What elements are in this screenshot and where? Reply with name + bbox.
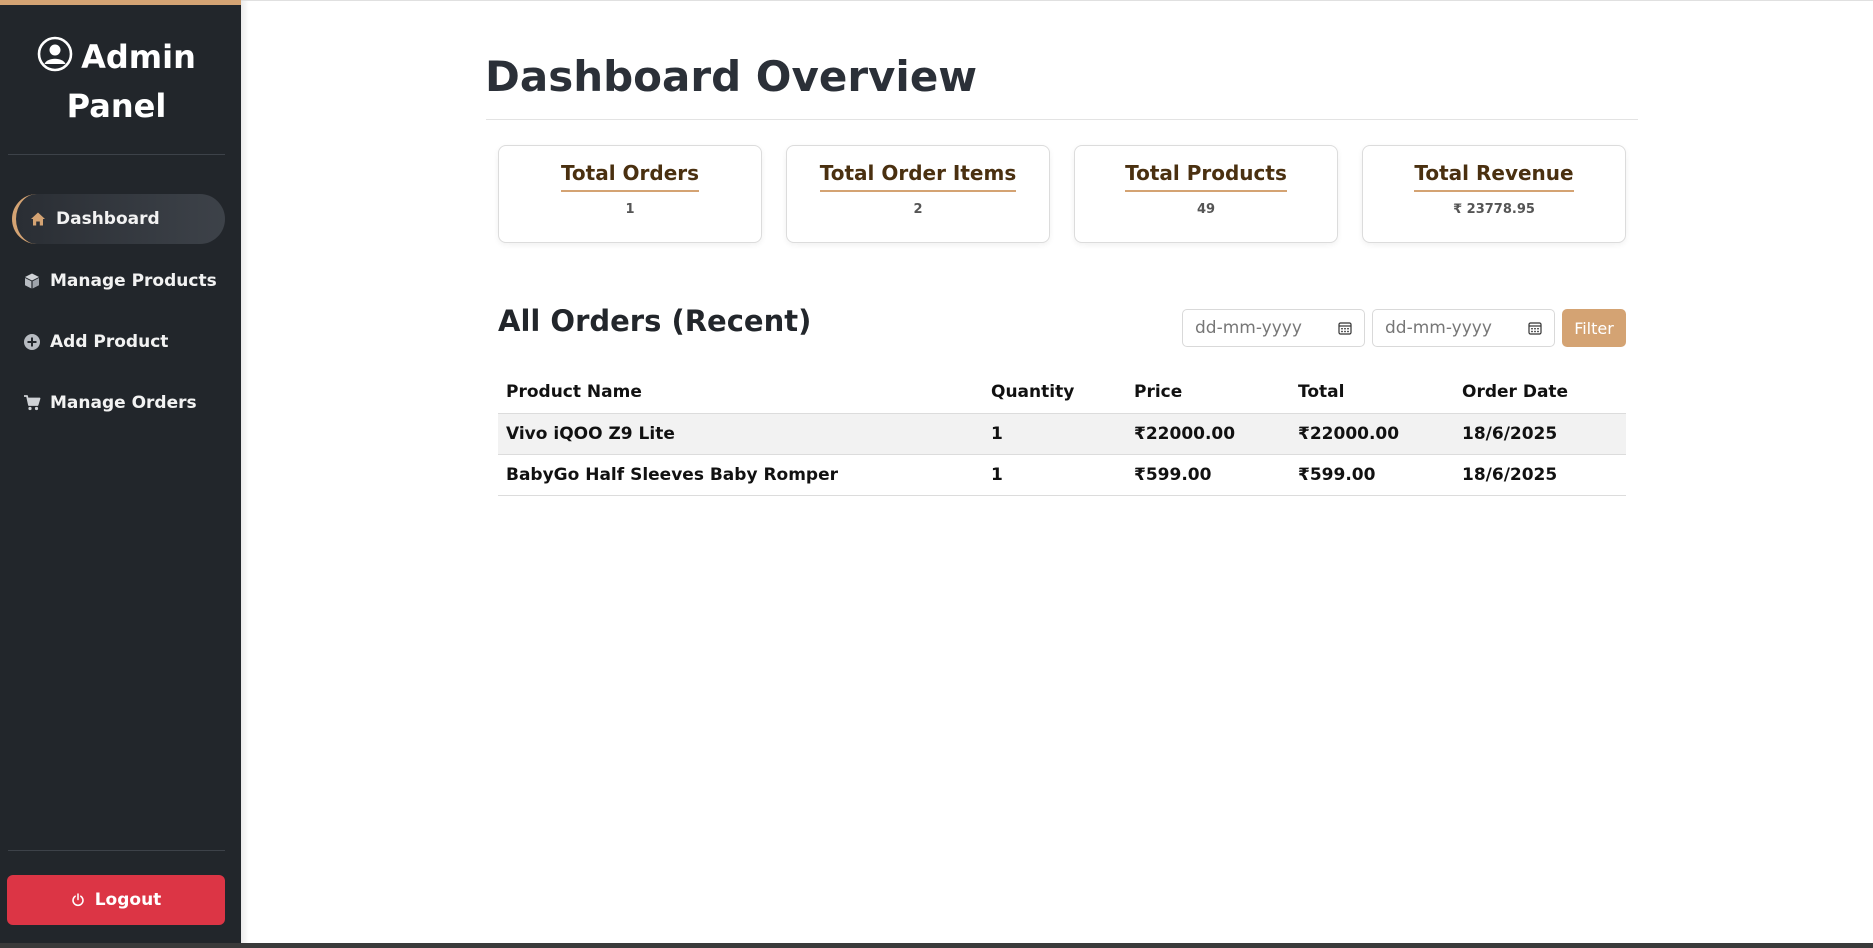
- cell-order-date: 18/6/2025: [1454, 412, 1626, 454]
- stat-card-total-order-items: Total Order Items 2: [786, 145, 1050, 243]
- calendar-icon[interactable]: [1528, 321, 1542, 335]
- table-row: Vivo iQOO Z9 Lite 1 ₹22000.00 ₹22000.00 …: [498, 412, 1626, 454]
- brand-line1: Admin: [81, 38, 196, 76]
- column-header-total: Total: [1298, 381, 1345, 402]
- date-from-input[interactable]: dd-mm-yyyy: [1182, 309, 1365, 347]
- cart-icon: [22, 393, 42, 413]
- cell-product-name: BabyGo Half Sleeves Baby Romper: [498, 453, 983, 496]
- top-border: [241, 0, 1873, 1]
- cell-quantity: 1: [983, 453, 1126, 496]
- user-circle-icon: [37, 36, 73, 72]
- page-title: Dashboard Overview: [485, 52, 978, 101]
- orders-table: Product Name Quantity Price Total Order …: [498, 371, 1626, 496]
- cell-price: ₹599.00: [1126, 453, 1290, 496]
- stat-card-value: 2: [913, 202, 923, 217]
- home-icon: [28, 209, 48, 229]
- cell-price: ₹22000.00: [1126, 412, 1290, 454]
- stat-card-title: Total Order Items: [819, 161, 1017, 192]
- sidebar-divider-top: [8, 154, 225, 155]
- date-to-placeholder: dd-mm-yyyy: [1385, 318, 1492, 338]
- stat-card-total-orders: Total Orders 1: [498, 145, 762, 243]
- cell-quantity: 1: [983, 412, 1126, 454]
- sidebar-item-dashboard[interactable]: Dashboard: [12, 194, 225, 244]
- date-to-input[interactable]: dd-mm-yyyy: [1372, 309, 1555, 347]
- orders-heading: All Orders (Recent): [498, 304, 812, 338]
- brand-line2: Panel: [66, 87, 167, 125]
- date-from-placeholder: dd-mm-yyyy: [1195, 318, 1302, 338]
- stat-card-value: ₹ 23778.95: [1453, 202, 1535, 217]
- sidebar-item-add-product[interactable]: Add Product: [12, 317, 225, 367]
- window-bottom-bar: [0, 943, 1873, 948]
- column-header-quantity: Quantity: [991, 381, 1075, 402]
- calendar-icon[interactable]: [1338, 321, 1352, 335]
- sidebar-divider-bottom: [8, 850, 225, 851]
- filter-button[interactable]: Filter: [1562, 309, 1626, 347]
- cell-total: ₹599.00: [1290, 453, 1454, 496]
- stat-card-value: 1: [625, 202, 635, 217]
- sidebar-item-label: Manage Products: [50, 271, 217, 291]
- table-row: BabyGo Half Sleeves Baby Romper 1 ₹599.0…: [498, 453, 1626, 496]
- logout-label: Logout: [94, 890, 162, 910]
- sidebar: Admin Panel Dashboard Manage Products Ad…: [0, 0, 241, 943]
- column-header-product-name: Product Name: [506, 381, 642, 402]
- logout-button[interactable]: Logout: [7, 875, 225, 925]
- sidebar-item-label: Manage Orders: [50, 393, 197, 413]
- power-icon: [71, 893, 85, 907]
- stat-card-title: Total Orders: [560, 161, 700, 192]
- sidebar-item-label: Add Product: [50, 332, 169, 352]
- cell-product-name: Vivo iQOO Z9 Lite: [498, 412, 983, 454]
- stat-card-title: Total Products: [1125, 161, 1287, 192]
- sidebar-item-manage-orders[interactable]: Manage Orders: [12, 378, 225, 428]
- stat-card-title: Total Revenue: [1414, 161, 1574, 192]
- box-icon: [22, 271, 42, 291]
- sidebar-shadow: [241, 0, 249, 943]
- title-divider: [486, 119, 1638, 120]
- stat-card-total-products: Total Products 49: [1074, 145, 1338, 243]
- column-header-price: Price: [1134, 381, 1183, 402]
- column-header-order-date: Order Date: [1462, 381, 1569, 402]
- brand: Admin Panel: [0, 33, 233, 131]
- cell-total: ₹22000.00: [1290, 412, 1454, 454]
- plus-circle-icon: [22, 332, 42, 352]
- sidebar-item-label: Dashboard: [56, 209, 160, 229]
- sidebar-item-manage-products[interactable]: Manage Products: [12, 256, 225, 306]
- cell-order-date: 18/6/2025: [1454, 453, 1626, 496]
- stat-card-total-revenue: Total Revenue ₹ 23778.95: [1362, 145, 1626, 243]
- stat-card-value: 49: [1196, 202, 1216, 217]
- table-header-row: Product Name Quantity Price Total Order …: [498, 371, 1626, 413]
